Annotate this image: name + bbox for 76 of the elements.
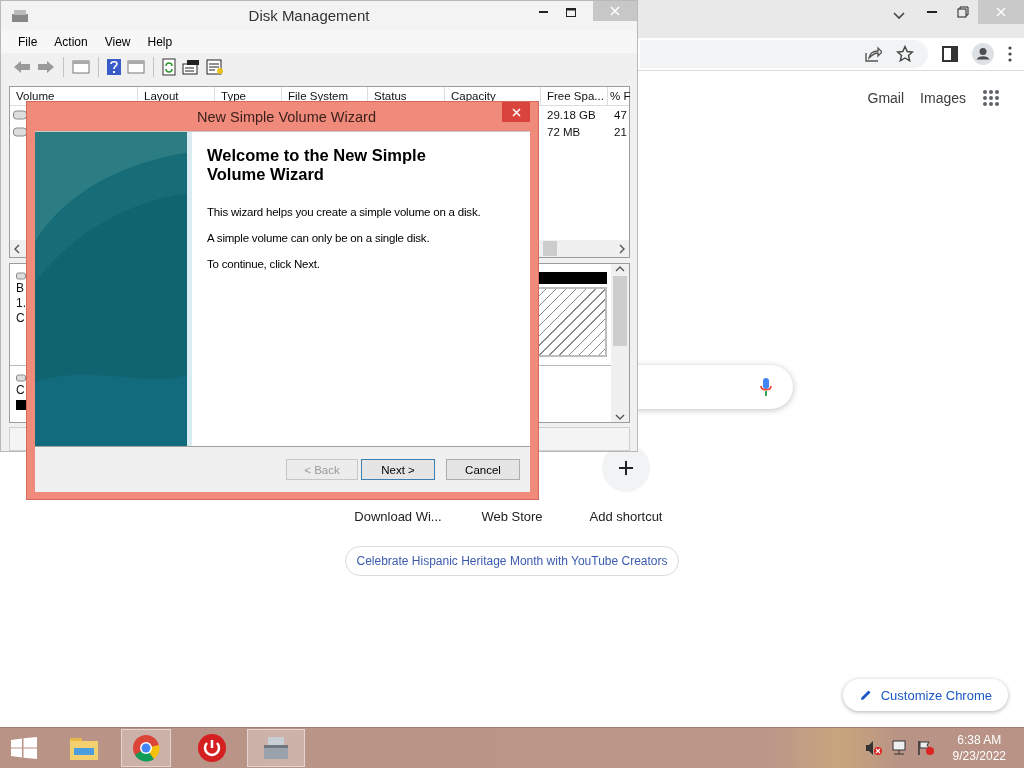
close-icon [511,107,521,117]
close-icon [996,7,1006,17]
side-panel-icon [942,46,958,62]
window-pane-icon [127,59,145,75]
menu-item[interactable]: View [104,35,131,49]
restore-icon [956,6,969,18]
shortcut-label[interactable]: Web Store [481,509,543,524]
table-cell-text: 21 [613,125,628,138]
disk-label: B [16,281,25,295]
shortcut-label[interactable]: Download Wi... [354,509,442,524]
share-icon [864,45,882,63]
minimize-icon [926,11,937,13]
drive-icon [13,126,27,137]
window-pane-icon [72,59,90,75]
pencil-icon [858,688,873,702]
scrollbar-thumb[interactable] [543,241,557,256]
round-logo-icon [132,734,160,762]
column-header[interactable]: % F [608,87,631,105]
taskbar-app-button[interactable] [247,729,305,767]
refresh-icon [162,58,176,76]
power-icon [197,733,227,763]
menu-item[interactable]: Help [147,35,173,49]
dialog-title: New Simple Volume Wizard [196,108,377,127]
chevron-down-icon [893,12,905,20]
disk-label: C [16,311,26,325]
star-icon [896,45,914,63]
settings-icon [206,59,224,75]
disk-block [16,400,26,410]
network-icon [890,740,909,756]
window-title: Disk Management [247,6,371,26]
shortcut-label[interactable]: Add shortcut [589,509,663,524]
next-button[interactable]: Next > [361,459,435,480]
drive-icon [16,272,26,280]
wizard-text: A simple volume can only be on a single disk. [207,232,431,244]
minimize-icon [538,11,548,13]
disk-label: C [16,383,26,397]
drive-icon [16,374,26,382]
plus-icon [618,460,634,476]
flag-icon [916,740,935,756]
help-icon [107,59,121,75]
apps-grid-icon [982,89,1000,107]
disk-label: 1. [16,296,27,310]
back-arrow-icon [13,60,31,74]
header-link[interactable]: Images [920,90,966,106]
column-header[interactable]: Free Spa... [541,87,608,105]
cancel-button[interactable]: Cancel [446,459,520,480]
chevron-down-icon [615,414,625,420]
drive-icon [11,8,29,24]
forward-arrow-icon [37,60,55,74]
address-bar[interactable] [640,40,928,68]
close-button[interactable] [502,102,530,122]
microphone-icon [759,377,773,397]
drive-icon [13,109,27,120]
speaker-muted-icon [864,740,883,756]
wizard-text: To continue, click Next. [207,258,321,270]
menu-icon [1008,46,1012,62]
maximize-icon [566,7,576,17]
menu-item[interactable]: Action [54,35,88,49]
windows-logo-icon [11,737,37,759]
table-cell-text: 72 MB [546,125,582,138]
properties-icon [182,59,200,75]
wizard-heading: Welcome to the New Simple Volume Wizard [207,146,427,184]
vertical-scrollbar[interactable] [611,264,629,422]
scrollbar-thumb[interactable] [613,276,627,346]
close-icon [610,6,620,16]
chevron-right-icon [619,243,625,254]
chevron-up-icon [615,266,625,272]
taskbar-app-button[interactable] [121,729,171,767]
profile-icon [972,43,994,65]
chevron-left-icon [14,243,20,254]
customize-button[interactable]: Customize Chrome [842,679,1008,711]
menu-item[interactable]: File [18,35,38,49]
table-cell-text: 47 [613,108,628,121]
wizard-text: This wizard helps you create a simple volume on a disk. [207,206,482,218]
header-link[interactable]: Gmail [867,90,905,106]
table-cell-text: 29.18 GB [546,108,597,121]
